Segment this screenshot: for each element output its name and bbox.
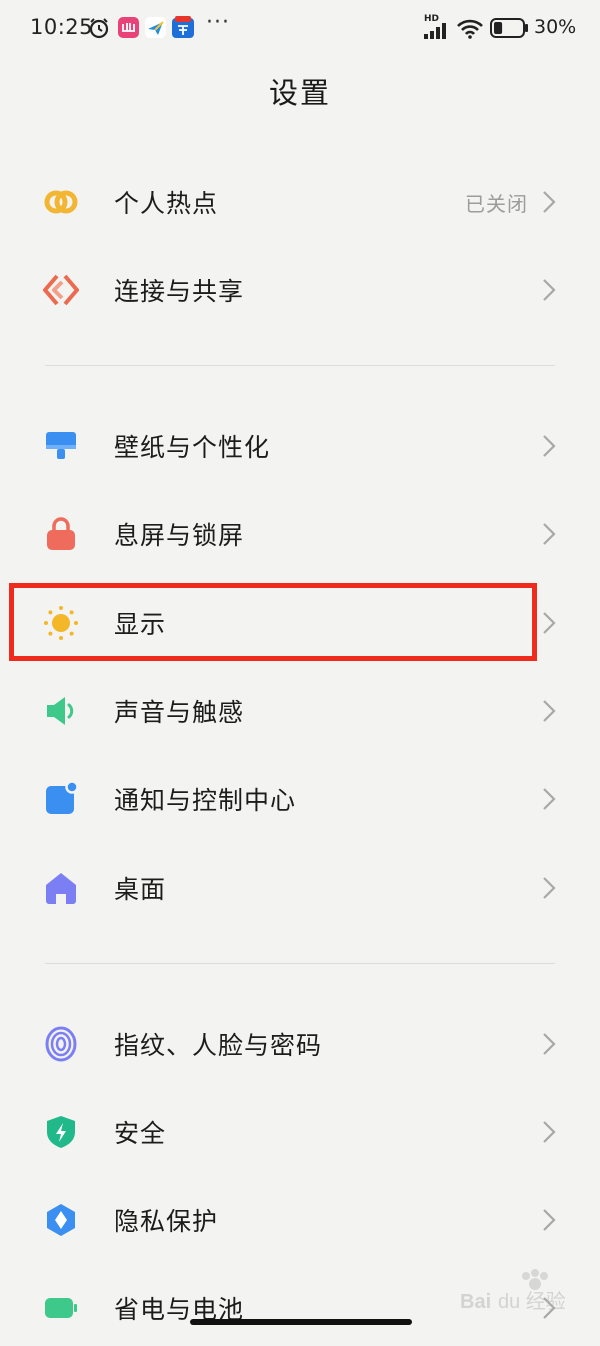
battery-saver-icon [45,1298,77,1318]
svg-text:Bai: Bai [460,1291,491,1313]
chevron-right-icon [543,788,556,810]
settings-item-wallpaper[interactable]: 壁纸与个性化 [0,404,600,484]
highlight-annotation-box [9,583,537,661]
settings-item-fingerprint-face-password[interactable]: 指纹、人脸与密码 [0,1002,600,1082]
settings-item-label: 通知与控制中心 [114,786,297,815]
settings-item-label: 个人热点 [114,189,219,218]
settings-item-notifications[interactable]: 通知与控制中心 [0,757,600,837]
home-indicator-bar[interactable] [190,1319,412,1325]
privacy-icon [47,1204,75,1236]
settings-item-label: 壁纸与个性化 [114,433,271,462]
settings-item-label: 指纹、人脸与密码 [114,1031,323,1060]
chevron-right-icon [543,435,556,457]
settings-item-privacy[interactable]: 隐私保护 [0,1178,600,1258]
settings-item-label: 桌面 [114,875,167,904]
chevron-right-icon [543,523,556,545]
section-divider [45,365,555,366]
chevron-right-icon [543,1033,556,1055]
wifi-icon [457,19,483,39]
settings-item-sound-haptics[interactable]: 声音与触感 [0,669,600,749]
lock-icon [47,517,75,550]
settings-item-home-screen[interactable]: 桌面 [0,846,600,926]
home-icon [46,873,76,904]
battery-percent: 30% [534,16,577,38]
hotspot-status-value: 已关闭 [465,192,528,216]
status-time: 10:25 [30,15,94,39]
chevron-right-icon [543,700,556,722]
chevron-right-icon [543,279,556,301]
plane-app-icon [145,17,166,38]
settings-item-connection-sharing[interactable]: 连接与共享 [0,248,600,328]
signal-icon [424,23,446,39]
settings-item-lock-screen[interactable]: 息屏与锁屏 [0,492,600,572]
fingerprint-icon [45,1026,77,1062]
wallpaper-brush-icon [46,432,76,459]
alarm-icon [89,18,109,39]
ticket-app-icon [172,16,194,38]
chevron-right-icon [543,1121,556,1143]
svg-text:du 经验: du 经验 [498,1290,566,1313]
chevron-right-icon [543,877,556,899]
page-title: 设置 [268,76,331,110]
connection-share-icon [43,274,79,306]
settings-item-hotspot[interactable]: 个人热点 已关闭 [0,160,600,240]
notification-icon [46,781,79,814]
chevron-right-icon [543,612,556,634]
chevron-right-icon [543,191,556,213]
battery-icon [490,18,528,38]
section-divider [45,963,555,964]
status-bar: 10:25 ··· HD 30% [0,0,600,58]
pink-app-icon [118,17,139,38]
settings-item-label: 声音与触感 [114,698,245,727]
shield-icon [47,1116,75,1148]
settings-item-label: 隐私保护 [114,1207,219,1236]
hotspot-link-icon [44,190,78,214]
chevron-right-icon [543,1209,556,1231]
settings-item-label: 息屏与锁屏 [114,521,245,550]
settings-item-security[interactable]: 安全 [0,1090,600,1170]
settings-item-label: 连接与共享 [114,277,245,306]
status-overflow: ··· [206,10,230,35]
settings-item-label: 安全 [114,1119,167,1148]
speaker-icon [47,697,74,725]
baidu-watermark-logo: Bai du 经验 [460,1269,566,1313]
